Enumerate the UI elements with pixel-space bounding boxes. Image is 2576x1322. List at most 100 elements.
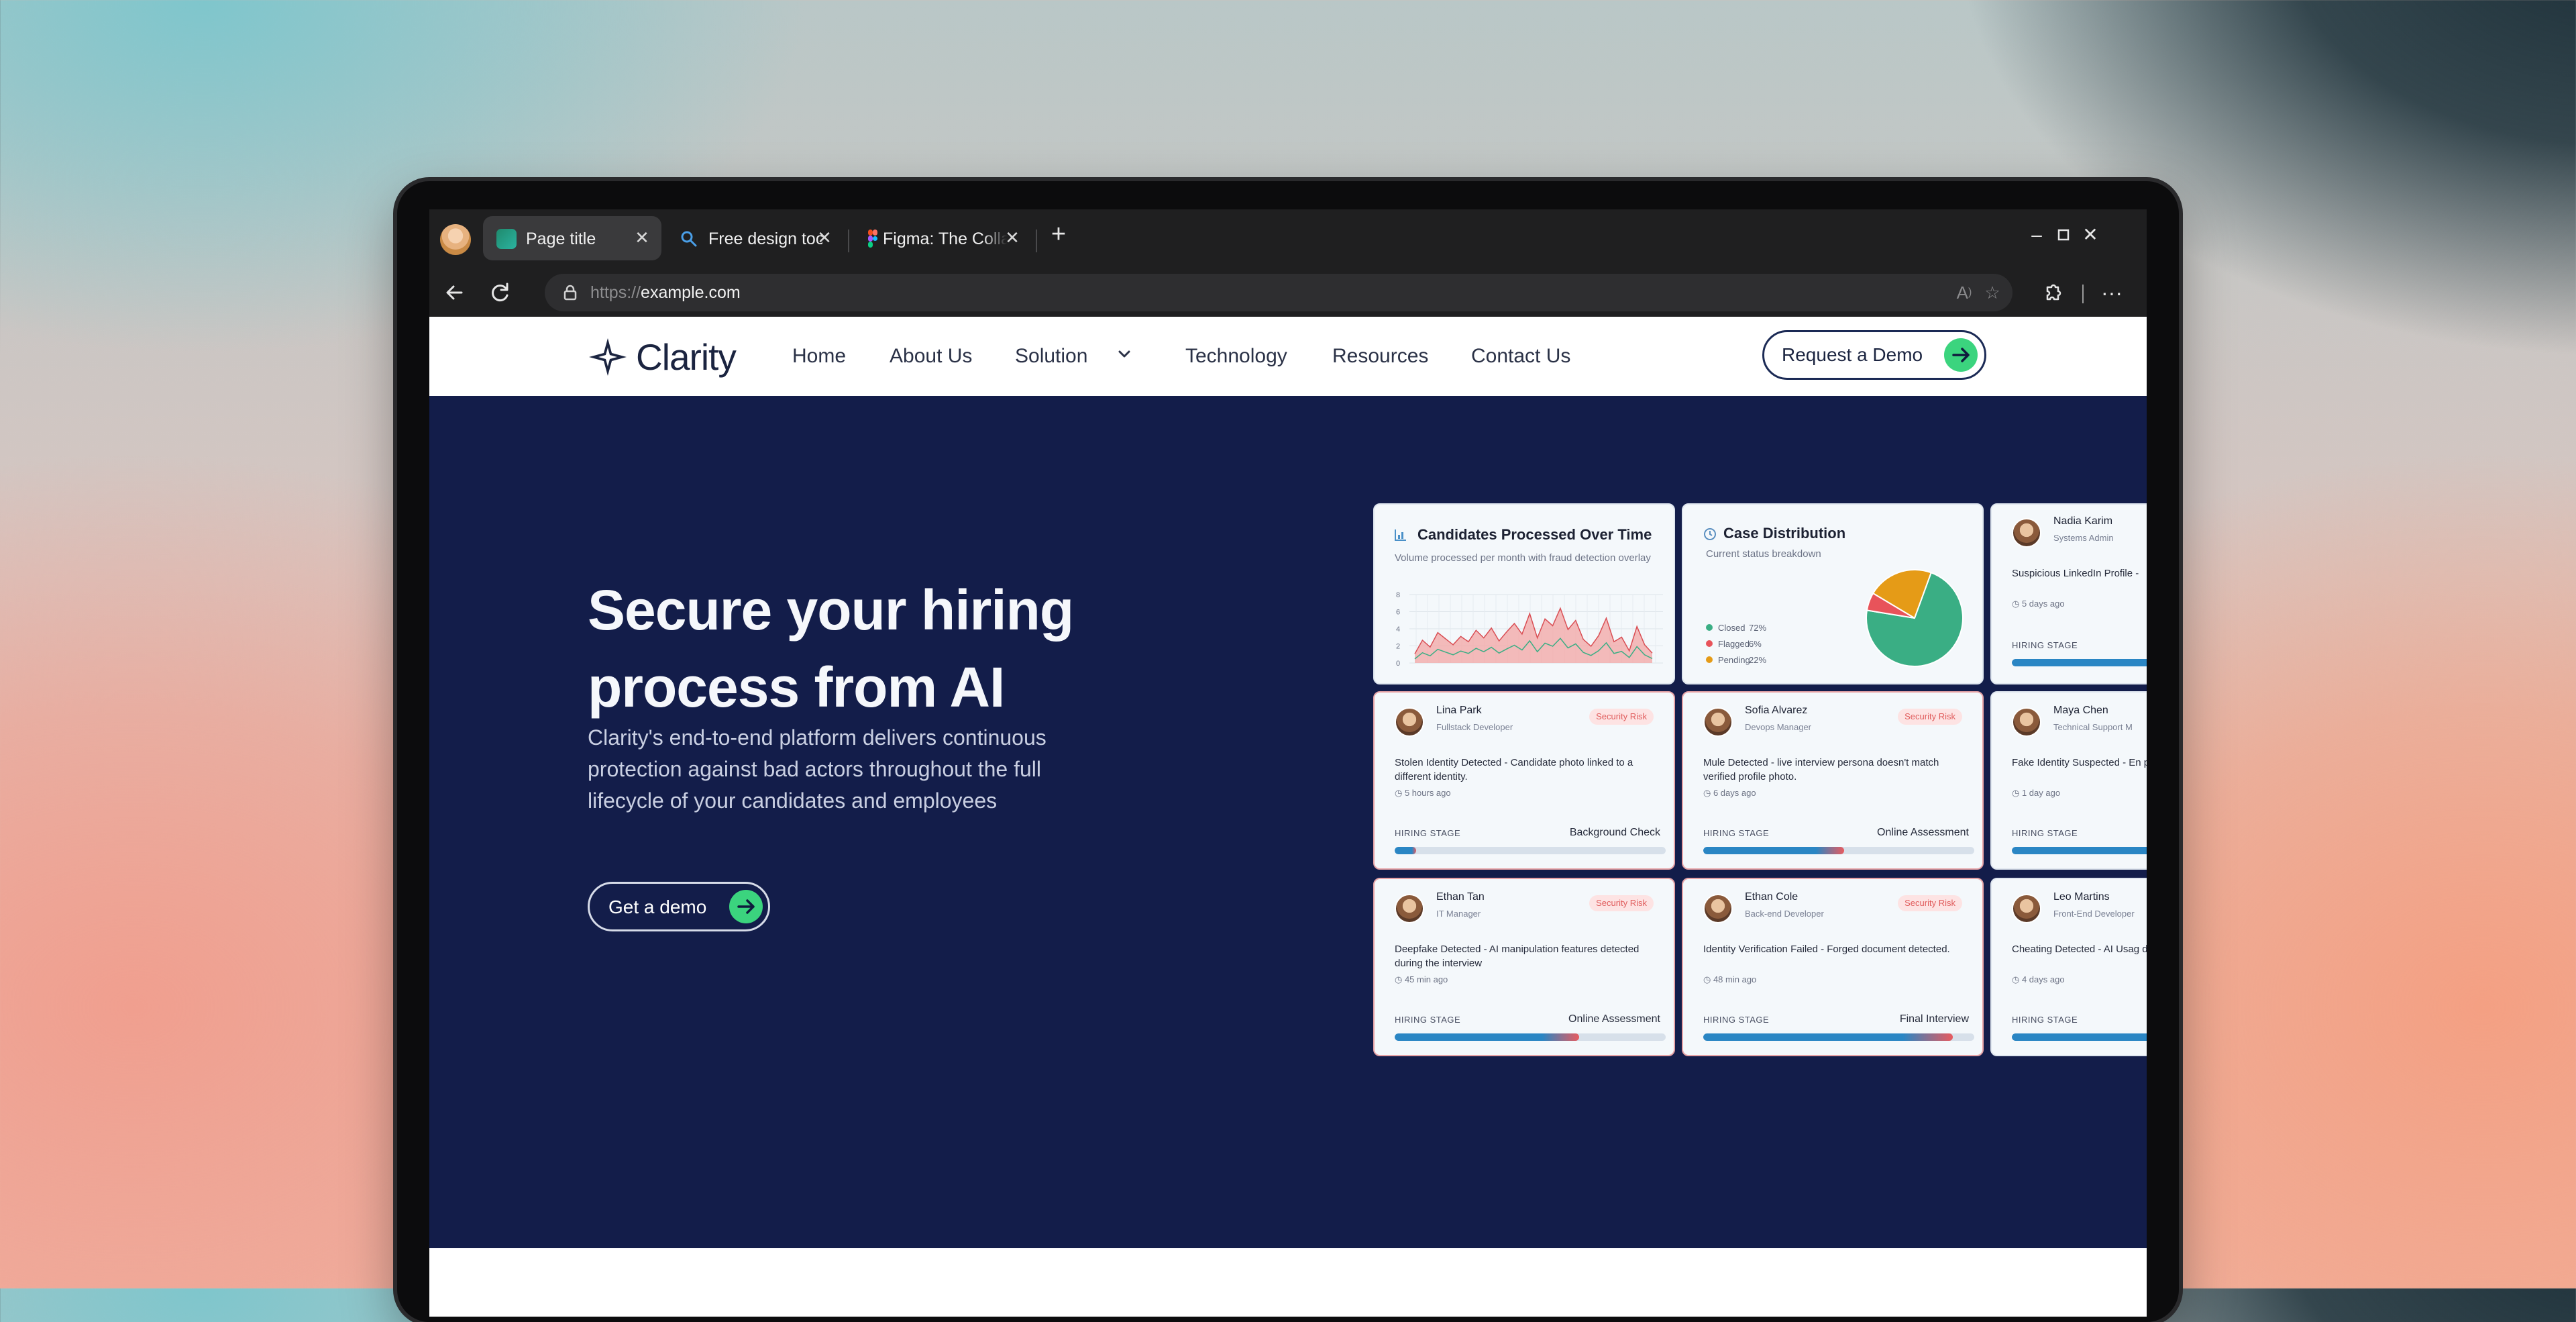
- avatar: [2012, 518, 2041, 548]
- progress-bar: [1703, 1033, 1974, 1041]
- progress-fill: [1703, 1033, 1953, 1041]
- progress-fill: [2012, 659, 2147, 666]
- progress-bar: [1703, 847, 1974, 854]
- plus-icon[interactable]: +: [1045, 221, 1072, 248]
- clock-icon: [1704, 528, 1716, 540]
- star-icon[interactable]: ☆: [1980, 281, 2004, 305]
- back-arrow-icon[interactable]: [440, 278, 470, 307]
- nav-contact-us[interactable]: Contact Us: [1471, 345, 1570, 368]
- get-demo-button[interactable]: Get a demo: [588, 882, 770, 931]
- hiring-stage-label: HIRING STAGE: [1395, 1015, 1461, 1025]
- request-demo-button[interactable]: Request a Demo: [1762, 330, 1986, 380]
- candidate-role: Fullstack Developer: [1436, 722, 1513, 732]
- toolbar-divider: [2082, 285, 2084, 303]
- alert-description: Identity Verification Failed - Forged do…: [1703, 944, 1950, 955]
- next-section: [429, 1248, 2147, 1317]
- more-icon[interactable]: ···: [2097, 278, 2127, 307]
- tab-page-title[interactable]: Page title ✕: [483, 216, 661, 260]
- minimize-icon[interactable]: –: [2023, 221, 2050, 248]
- arrow-right-icon: [1944, 338, 1978, 372]
- hero-title: Secure your hiring process from AI: [588, 578, 1074, 719]
- hiring-stage-label: HIRING STAGE: [1703, 828, 1770, 838]
- candidate-card[interactable]: Lina Park Fullstack Developer Security Ris…: [1373, 691, 1675, 870]
- pie-chart: [1866, 569, 1964, 667]
- search-icon: [681, 231, 697, 247]
- nav-technology[interactable]: Technology: [1185, 345, 1287, 368]
- y-tick-label: 2: [1396, 643, 1400, 651]
- close-icon[interactable]: ✕: [632, 227, 652, 248]
- progress-bar: [2012, 659, 2147, 666]
- close-icon[interactable]: ✕: [1002, 227, 1022, 248]
- profile-avatar[interactable]: [440, 224, 471, 255]
- candidate-card[interactable]: Ethan Tan IT Manager Security Risk Deepfake…: [1373, 878, 1675, 1056]
- close-icon[interactable]: ✕: [814, 227, 835, 248]
- candidate-card[interactable]: Sofia Alvarez Devops Manager Security Risk…: [1682, 691, 1984, 870]
- nav-about-us[interactable]: About Us: [890, 345, 972, 368]
- candidate-role: Front-End Developer: [2053, 909, 2135, 919]
- alert-description: Cheating Detected - AI Usag detected.: [2012, 944, 2147, 955]
- edge-favicon-icon: [496, 229, 517, 249]
- nav-resources[interactable]: Resources: [1332, 345, 1428, 368]
- hiring-stage-value: Final Interview: [1899, 1013, 1969, 1025]
- progress-bar: [2012, 847, 2147, 854]
- candidate-role: Technical Support M: [2053, 722, 2133, 732]
- candidate-card[interactable]: Nadia Karim Systems Admin Suspicious Linke…: [1990, 503, 2147, 684]
- brand-logo[interactable]: Clarity: [588, 336, 737, 378]
- status-badge: Security Risk: [1589, 895, 1654, 911]
- tab-strip: Page title ✕ Free design tool ✕ Figma: T…: [429, 209, 2147, 268]
- extensions-icon[interactable]: [2038, 278, 2068, 307]
- progress-fill: [2012, 1033, 2147, 1041]
- hiring-stage-label: HIRING STAGE: [1395, 828, 1461, 838]
- candidate-role: Devops Manager: [1745, 722, 1811, 732]
- legend-pending: Pending 22%: [1706, 655, 1766, 665]
- timestamp: ◷ 4 days ago: [2012, 974, 2065, 984]
- legend-value: 22%: [1749, 655, 1767, 665]
- status-badge: Security Risk: [1589, 709, 1654, 725]
- candidate-name: Ethan Cole: [1745, 891, 1799, 903]
- hiring-stage-value: Online Assessment: [1877, 827, 1969, 838]
- status-badge: Security Risk: [1898, 895, 1962, 911]
- avatar: [1395, 894, 1424, 923]
- candidate-name: Sofia Alvarez: [1745, 705, 1808, 716]
- candidate-card[interactable]: Maya Chen Technical Support M Fake Identit…: [1990, 691, 2147, 870]
- tab-free-design-tool[interactable]: Free design tool ✕: [665, 216, 844, 260]
- nav-home[interactable]: Home: [792, 345, 846, 368]
- y-tick-label: 0: [1396, 660, 1400, 668]
- chevron-down-icon[interactable]: [1114, 344, 1135, 370]
- candidate-card[interactable]: Ethan Cole Back-end Developer Security Ris…: [1682, 878, 1984, 1056]
- chart-icon: [1395, 529, 1406, 541]
- nav-solution[interactable]: Solution: [1015, 345, 1087, 368]
- legend-value: 6%: [1749, 639, 1762, 649]
- tab-title: Page title: [526, 230, 596, 248]
- progress-bar: [2012, 1033, 2147, 1041]
- refresh-icon[interactable]: [486, 278, 515, 307]
- chart-subtitle: Current status breakdown: [1706, 548, 1821, 560]
- candidate-name: Nadia Karim: [2053, 515, 2113, 527]
- hero-section: Secure your hiring process from AI Clari…: [429, 396, 2147, 1248]
- close-window-icon[interactable]: ✕: [2077, 221, 2104, 248]
- timestamp: ◷ 5 days ago: [2012, 599, 2065, 609]
- legend-label: Flagged: [1718, 639, 1750, 649]
- address-bar[interactable]: https://example.com A) ☆: [545, 274, 2012, 311]
- candidate-name: Lina Park: [1436, 705, 1482, 716]
- read-aloud-icon[interactable]: A): [1952, 281, 1976, 305]
- chart-subtitle: Volume processed per month with fraud de…: [1395, 552, 1651, 564]
- legend-value: 72%: [1749, 623, 1767, 633]
- progress-bar: [1395, 847, 1666, 854]
- lock-icon[interactable]: [561, 283, 580, 302]
- tab-figma[interactable]: Figma: The Collaborative ✕: [853, 216, 1032, 260]
- site-navbar: Clarity Home About Us Solution Technolog…: [429, 317, 2147, 397]
- progress-fill: [1395, 1033, 1579, 1041]
- maximize-icon[interactable]: [2050, 221, 2077, 248]
- avatar: [2012, 707, 2041, 737]
- legend-closed: Closed 72%: [1706, 623, 1766, 633]
- tab-title: Figma: The Collaborative: [883, 230, 1008, 248]
- hiring-stage-label: HIRING STAGE: [1703, 1015, 1770, 1025]
- candidate-card[interactable]: Leo Martins Front-End Developer Cheating D…: [1990, 878, 2147, 1056]
- legend-label: Closed: [1718, 623, 1746, 633]
- hero-subtitle: Clarity's end-to-end platform delivers c…: [588, 725, 1046, 813]
- figma-icon: [868, 230, 877, 248]
- timestamp: ◷ 6 days ago: [1703, 788, 1756, 798]
- timestamp: ◷ 5 hours ago: [1395, 788, 1451, 798]
- hiring-stage-label: HIRING STAGE: [2012, 828, 2078, 838]
